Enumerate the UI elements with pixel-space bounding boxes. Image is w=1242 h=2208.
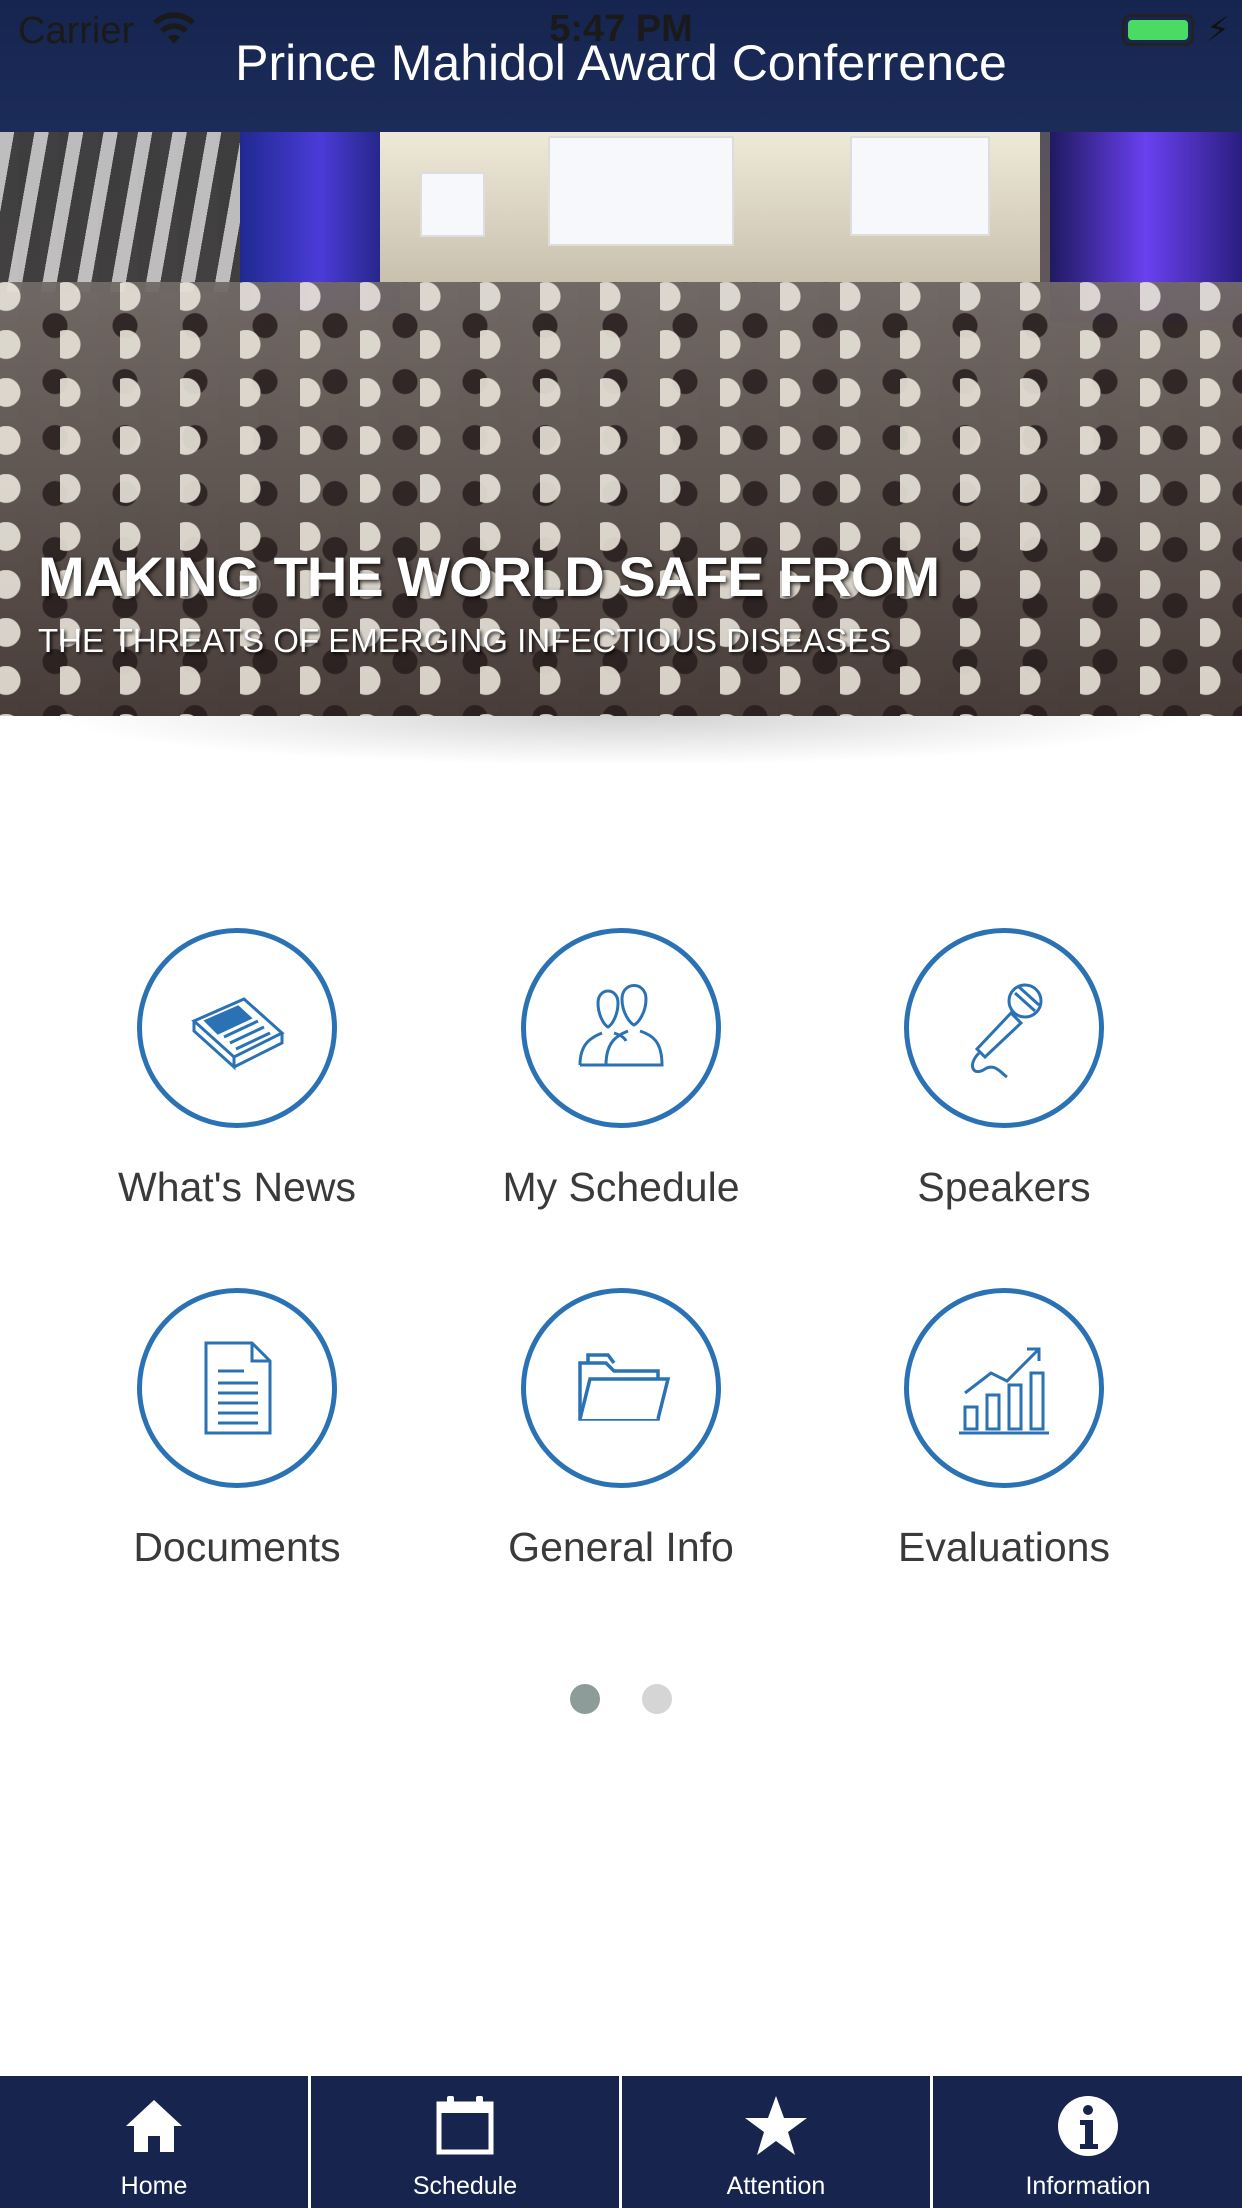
tab-label: Home [120, 2172, 188, 2200]
tab-label: Schedule [412, 2172, 518, 2200]
people-icon [578, 984, 664, 1067]
menu-label: My Schedule [502, 1164, 740, 1210]
newspaper-icon [191, 997, 285, 1071]
navigation-header: Carrier 5:47 PM ⚡ Prince Mahidol Award C… [0, 0, 1242, 132]
menu-item-evaluations[interactable]: Evaluations [824, 1288, 1184, 1588]
chart-icon [959, 1347, 1049, 1435]
menu-item-documents[interactable]: Documents [57, 1288, 417, 1588]
menu-label: Speakers [917, 1164, 1091, 1210]
hero-shadow [50, 716, 1192, 766]
menu-item-my-schedule[interactable]: My Schedule [441, 928, 801, 1228]
tab-bar: Home Schedule Attention Information [0, 2076, 1242, 2208]
page-indicator-1[interactable] [570, 1684, 600, 1714]
tab-information[interactable]: Information [934, 2076, 1242, 2208]
menu-item-general-info[interactable]: General Info [441, 1288, 801, 1588]
menu-label: Evaluations [898, 1524, 1110, 1570]
menu-label: Documents [133, 1524, 341, 1570]
tab-label: Information [1025, 2172, 1151, 2200]
tab-home[interactable]: Home [0, 2076, 308, 2208]
document-icon [204, 1341, 272, 1435]
menu-item-whats-news[interactable]: What's News [57, 928, 417, 1228]
menu-label: What's News [118, 1164, 356, 1210]
calendar-icon [436, 2096, 494, 2155]
menu-label: General Info [508, 1524, 734, 1570]
hero-banner: MAKING THE WORLD SAFE FROM THE THREATS O… [0, 132, 1242, 716]
hero-title: MAKING THE WORLD SAFE FROM [38, 545, 940, 608]
tab-label: Attention [726, 2172, 826, 2200]
home-icon [126, 2100, 182, 2152]
microphone-icon [970, 983, 1043, 1079]
tab-divider [930, 2076, 933, 2208]
tab-schedule[interactable]: Schedule [311, 2076, 619, 2208]
page-title: Prince Mahidol Award Conferrence [235, 35, 1007, 91]
hero-background [0, 132, 250, 292]
page-indicator-2[interactable] [642, 1684, 672, 1714]
hero-subtitle: THE THREATS OF EMERGING INFECTIOUS DISEA… [38, 622, 892, 659]
folder-icon [578, 1353, 671, 1421]
info-icon [1058, 2096, 1118, 2156]
star-icon [745, 2096, 807, 2155]
menu-item-speakers[interactable]: Speakers [824, 928, 1184, 1228]
tab-attention[interactable]: Attention [622, 2076, 930, 2208]
